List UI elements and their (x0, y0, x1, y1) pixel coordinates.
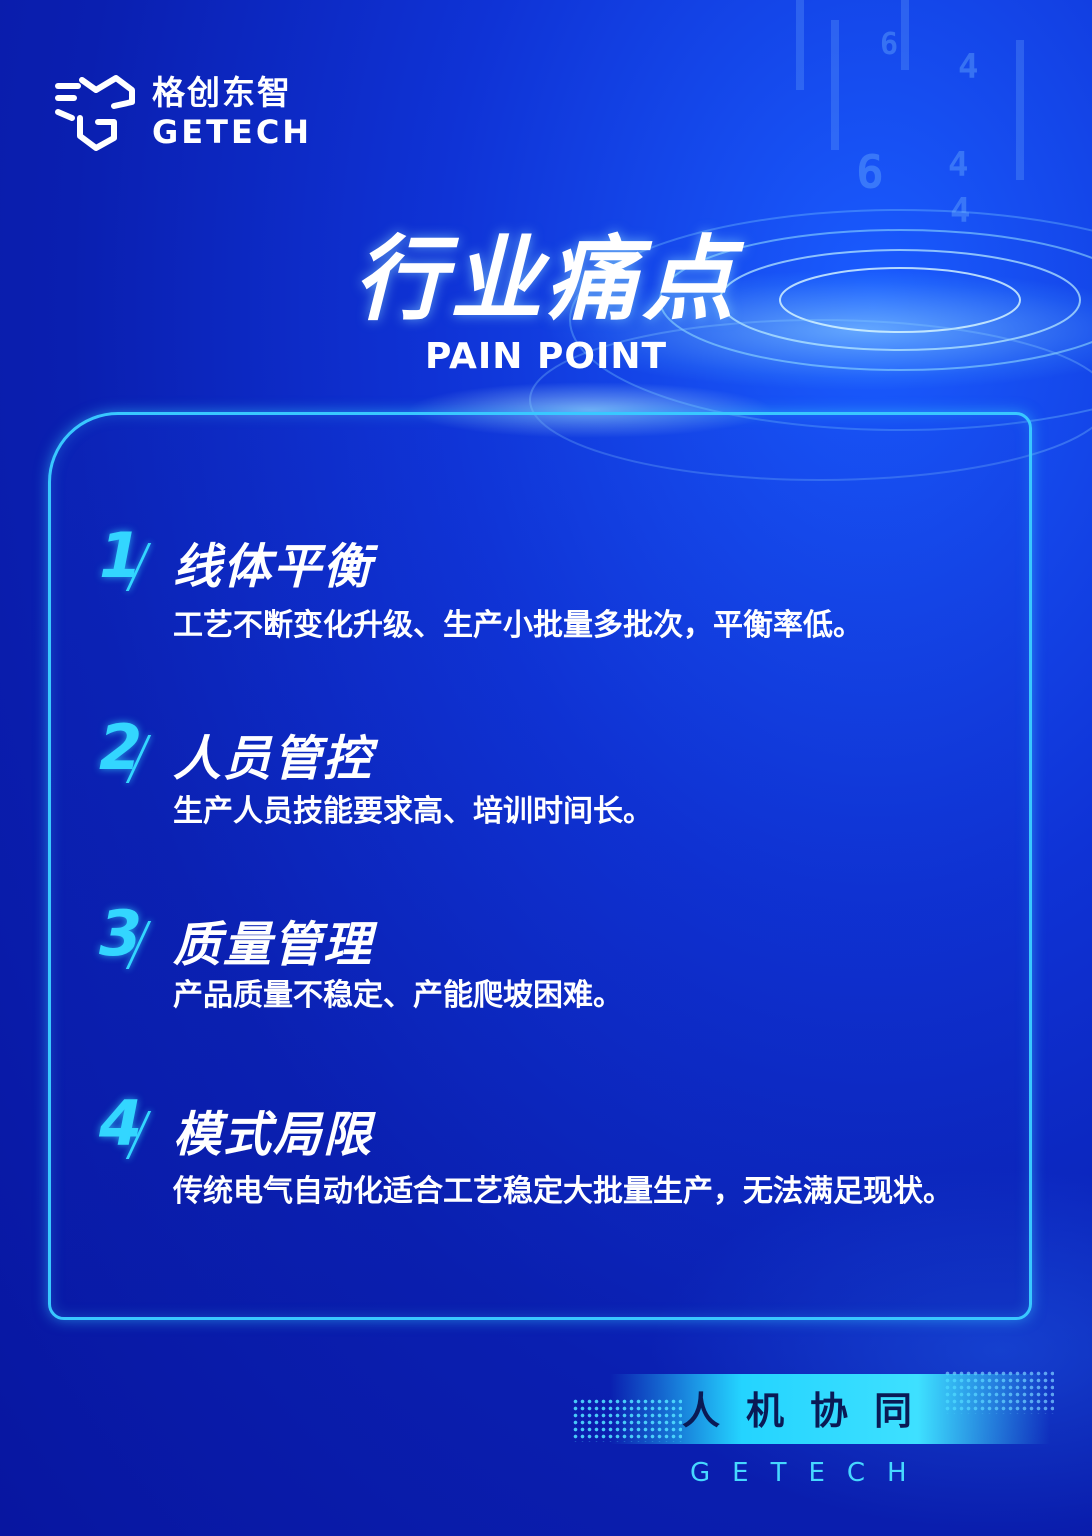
page-subtitle: PAIN POINT (424, 336, 668, 377)
footer-brand: GETECH (690, 1458, 929, 1488)
item-description: 产品质量不稳定、产能爬坡困难。 (173, 978, 623, 1013)
brand-name-cn: 格创东智 (152, 73, 292, 112)
item-description: 生产人员技能要求高、培训时间长。 (173, 794, 653, 829)
svg-text:4: 4 (958, 47, 978, 87)
item-title: 人员管控 (173, 731, 374, 787)
item-number: 4 (99, 1087, 143, 1160)
svg-text:4: 4 (948, 145, 968, 185)
item-title: 质量管理 (173, 917, 374, 973)
item-description: 工艺不断变化升级、生产小批量多批次，平衡率低。 (173, 608, 863, 643)
getech-logo-icon (55, 75, 135, 151)
svg-text:6: 6 (880, 27, 898, 62)
item-number: 1 (99, 519, 143, 592)
pain-point-panel: 1 线体平衡 工艺不断变化升级、生产小批量多批次，平衡率低。 2 人员管控 生产… (48, 412, 1032, 1320)
item-title: 线体平衡 (173, 539, 374, 595)
item-number: 2 (99, 711, 143, 784)
brand-logo: 格创东智 GETECH (52, 72, 312, 154)
brand-name-en: GETECH (152, 113, 313, 151)
footer-slogan: 人机协同 (681, 1389, 938, 1433)
svg-text:6: 6 (856, 145, 884, 199)
item-number: 3 (99, 897, 143, 970)
item-title: 模式局限 (173, 1107, 374, 1163)
item-description: 传统电气自动化适合工艺稳定大批量生产，无法满足现状。 (173, 1174, 953, 1209)
page-title: 行业痛点 (353, 226, 738, 333)
